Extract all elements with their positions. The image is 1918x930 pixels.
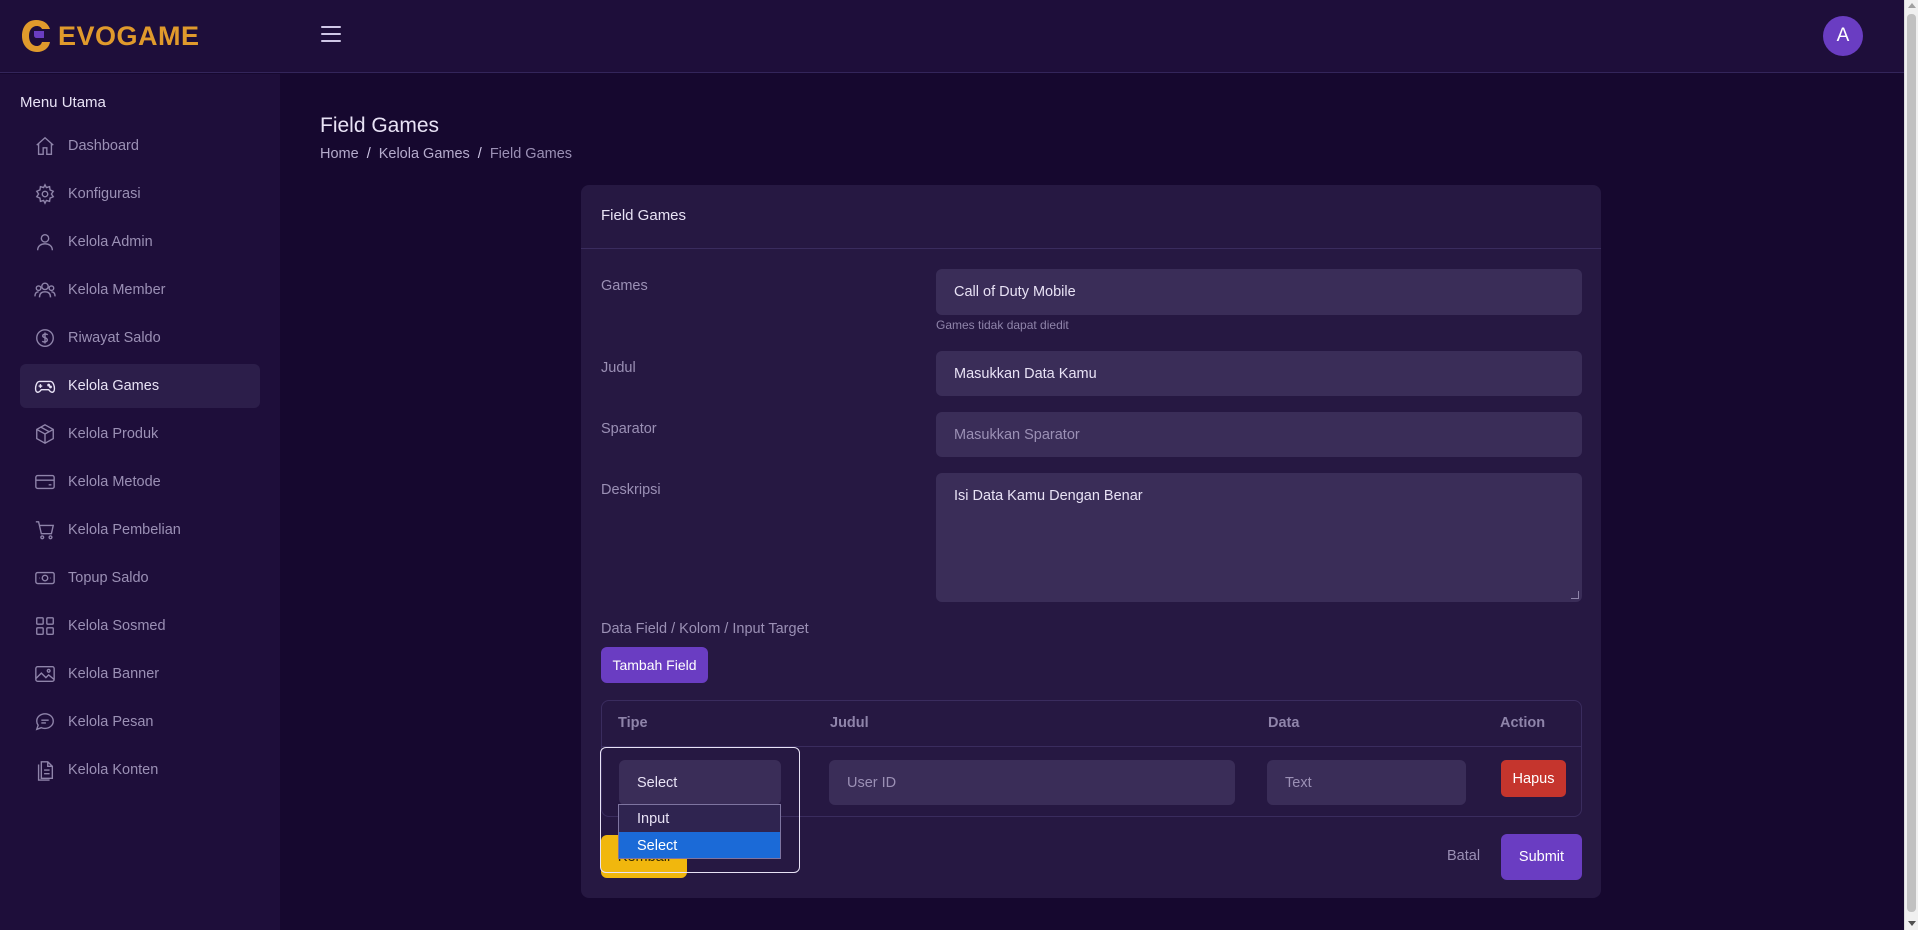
document-icon	[37, 761, 54, 781]
chat-icon	[35, 713, 54, 731]
home-icon	[36, 136, 54, 155]
sidebar-item-kelola-konten[interactable]: Kelola Konten	[20, 748, 260, 792]
judul-input[interactable]: User ID	[829, 760, 1235, 805]
gamepad-icon	[34, 380, 56, 393]
deskripsi-value: Isi Data Kamu Dengan Benar	[954, 488, 1143, 504]
tipe-option-select[interactable]: Select	[619, 832, 780, 858]
brand-name: EVOGAME	[58, 20, 200, 51]
breadcrumb-current: Field Games	[489, 146, 573, 162]
sidebar-item-label: Kelola Produk	[68, 426, 159, 442]
sidebar-item-label: Kelola Pesan	[68, 714, 154, 730]
scroll-down-arrow-icon[interactable]	[1908, 921, 1916, 926]
sidebar-item-kelola-produk[interactable]: Kelola Produk	[20, 412, 260, 456]
sidebar-item-label: Kelola Admin	[68, 234, 153, 250]
deskripsi-label: Deskripsi	[601, 482, 661, 498]
breadcrumb-separator: /	[366, 146, 371, 162]
sparator-field[interactable]: Masukkan Sparator	[936, 412, 1582, 457]
sidebar-item-label: Konfigurasi	[68, 186, 141, 202]
table-header: Tipe Judul Data Action	[602, 701, 1581, 747]
sidebar-item-label: Kelola Pembelian	[68, 522, 181, 538]
breadcrumb-separator: /	[477, 146, 482, 162]
sidebar-item-riwayat-saldo[interactable]: Riwayat Saldo	[20, 316, 260, 360]
scrollbar-thumb[interactable]	[1907, 14, 1916, 912]
sidebar-item-topup-saldo[interactable]: Topup Saldo	[20, 556, 260, 600]
avatar[interactable]: A	[1823, 16, 1863, 56]
cash-icon	[35, 571, 55, 585]
top-header: EVOGAME A	[0, 0, 1904, 73]
sidebar-item-label: Kelola Konten	[68, 762, 159, 778]
sidebar-item-label: Kelola Member	[68, 282, 166, 298]
sidebar-item-konfigurasi[interactable]: Konfigurasi	[20, 172, 260, 216]
breadcrumb-kelola-games[interactable]: Kelola Games	[379, 146, 470, 162]
column-header-judul: Judul	[830, 715, 869, 731]
sidebar-item-kelola-metode[interactable]: Kelola Metode	[20, 460, 260, 504]
card-title: Field Games	[581, 185, 1601, 249]
sidebar-item-dashboard[interactable]: Dashboard	[20, 124, 260, 168]
column-header-tipe: Tipe	[618, 715, 648, 731]
sidebar-item-label: Kelola Banner	[68, 666, 160, 682]
vertical-scrollbar[interactable]	[1904, 0, 1918, 930]
cart-icon	[35, 521, 55, 540]
grid-icon	[36, 617, 54, 635]
submit-button[interactable]: Submit	[1501, 834, 1582, 880]
column-header-data: Data	[1268, 715, 1300, 731]
tipe-option-input[interactable]: Input	[619, 805, 780, 832]
sidebar-item-label: Dashboard	[68, 138, 139, 154]
credit-card-icon	[35, 474, 55, 490]
gear-icon	[35, 183, 55, 205]
image-icon	[35, 665, 55, 683]
sidebar: Menu Utama Dashboard Konfigurasi Kelola …	[0, 74, 280, 930]
sidebar-item-kelola-member[interactable]: Kelola Member	[20, 268, 260, 312]
data-input[interactable]: Text	[1267, 760, 1466, 805]
sidebar-item-kelola-sosmed[interactable]: Kelola Sosmed	[20, 604, 260, 648]
resize-handle[interactable]	[1571, 591, 1579, 599]
delete-row-button[interactable]: Hapus	[1501, 760, 1566, 797]
sidebar-item-label: Topup Saldo	[68, 570, 149, 586]
games-help-text: Games tidak dapat diedit	[936, 318, 1069, 332]
data-field-section-label: Data Field / Kolom / Input Target	[601, 621, 809, 637]
sidebar-item-kelola-admin[interactable]: Kelola Admin	[20, 220, 260, 264]
scroll-up-arrow-icon[interactable]	[1908, 3, 1916, 8]
judul-field[interactable]: Masukkan Data Kamu	[936, 351, 1582, 396]
sidebar-item-kelola-games[interactable]: Kelola Games	[20, 364, 260, 408]
sidebar-menu: Dashboard Konfigurasi Kelola Admin Kelol…	[20, 124, 260, 796]
logo-icon	[22, 20, 50, 52]
judul-label: Judul	[601, 360, 636, 376]
dollar-circle-icon	[36, 329, 54, 347]
sidebar-title: Menu Utama	[20, 94, 106, 111]
deskripsi-textarea[interactable]: Isi Data Kamu Dengan Benar	[936, 473, 1582, 602]
menu-toggle-icon[interactable]	[321, 26, 341, 46]
sidebar-item-label: Kelola Metode	[68, 474, 161, 490]
users-icon	[34, 282, 56, 298]
page-title: Field Games	[320, 114, 440, 137]
games-label: Games	[601, 278, 648, 294]
box-icon	[36, 424, 54, 444]
cancel-button[interactable]: Batal	[1447, 848, 1480, 864]
sidebar-item-kelola-pembelian[interactable]: Kelola Pembelian	[20, 508, 260, 552]
tipe-dropdown-list: Input Select	[618, 804, 781, 859]
add-field-button[interactable]: Tambah Field	[601, 647, 708, 683]
user-icon	[36, 233, 54, 251]
brand-logo[interactable]: EVOGAME	[20, 18, 200, 54]
sidebar-item-kelola-banner[interactable]: Kelola Banner	[20, 652, 260, 696]
games-field: Call of Duty Mobile	[936, 269, 1582, 315]
tipe-select[interactable]: Select	[619, 760, 781, 805]
sidebar-item-label: Kelola Games	[68, 378, 160, 394]
sparator-label: Sparator	[601, 421, 657, 437]
sidebar-item-kelola-pesan[interactable]: Kelola Pesan	[20, 700, 260, 744]
breadcrumb: Home / Kelola Games / Field Games	[320, 146, 572, 162]
sidebar-item-label: Kelola Sosmed	[68, 618, 166, 634]
breadcrumb-home[interactable]: Home	[320, 146, 359, 162]
sidebar-item-label: Riwayat Saldo	[68, 330, 161, 346]
column-header-action: Action	[1500, 715, 1546, 731]
